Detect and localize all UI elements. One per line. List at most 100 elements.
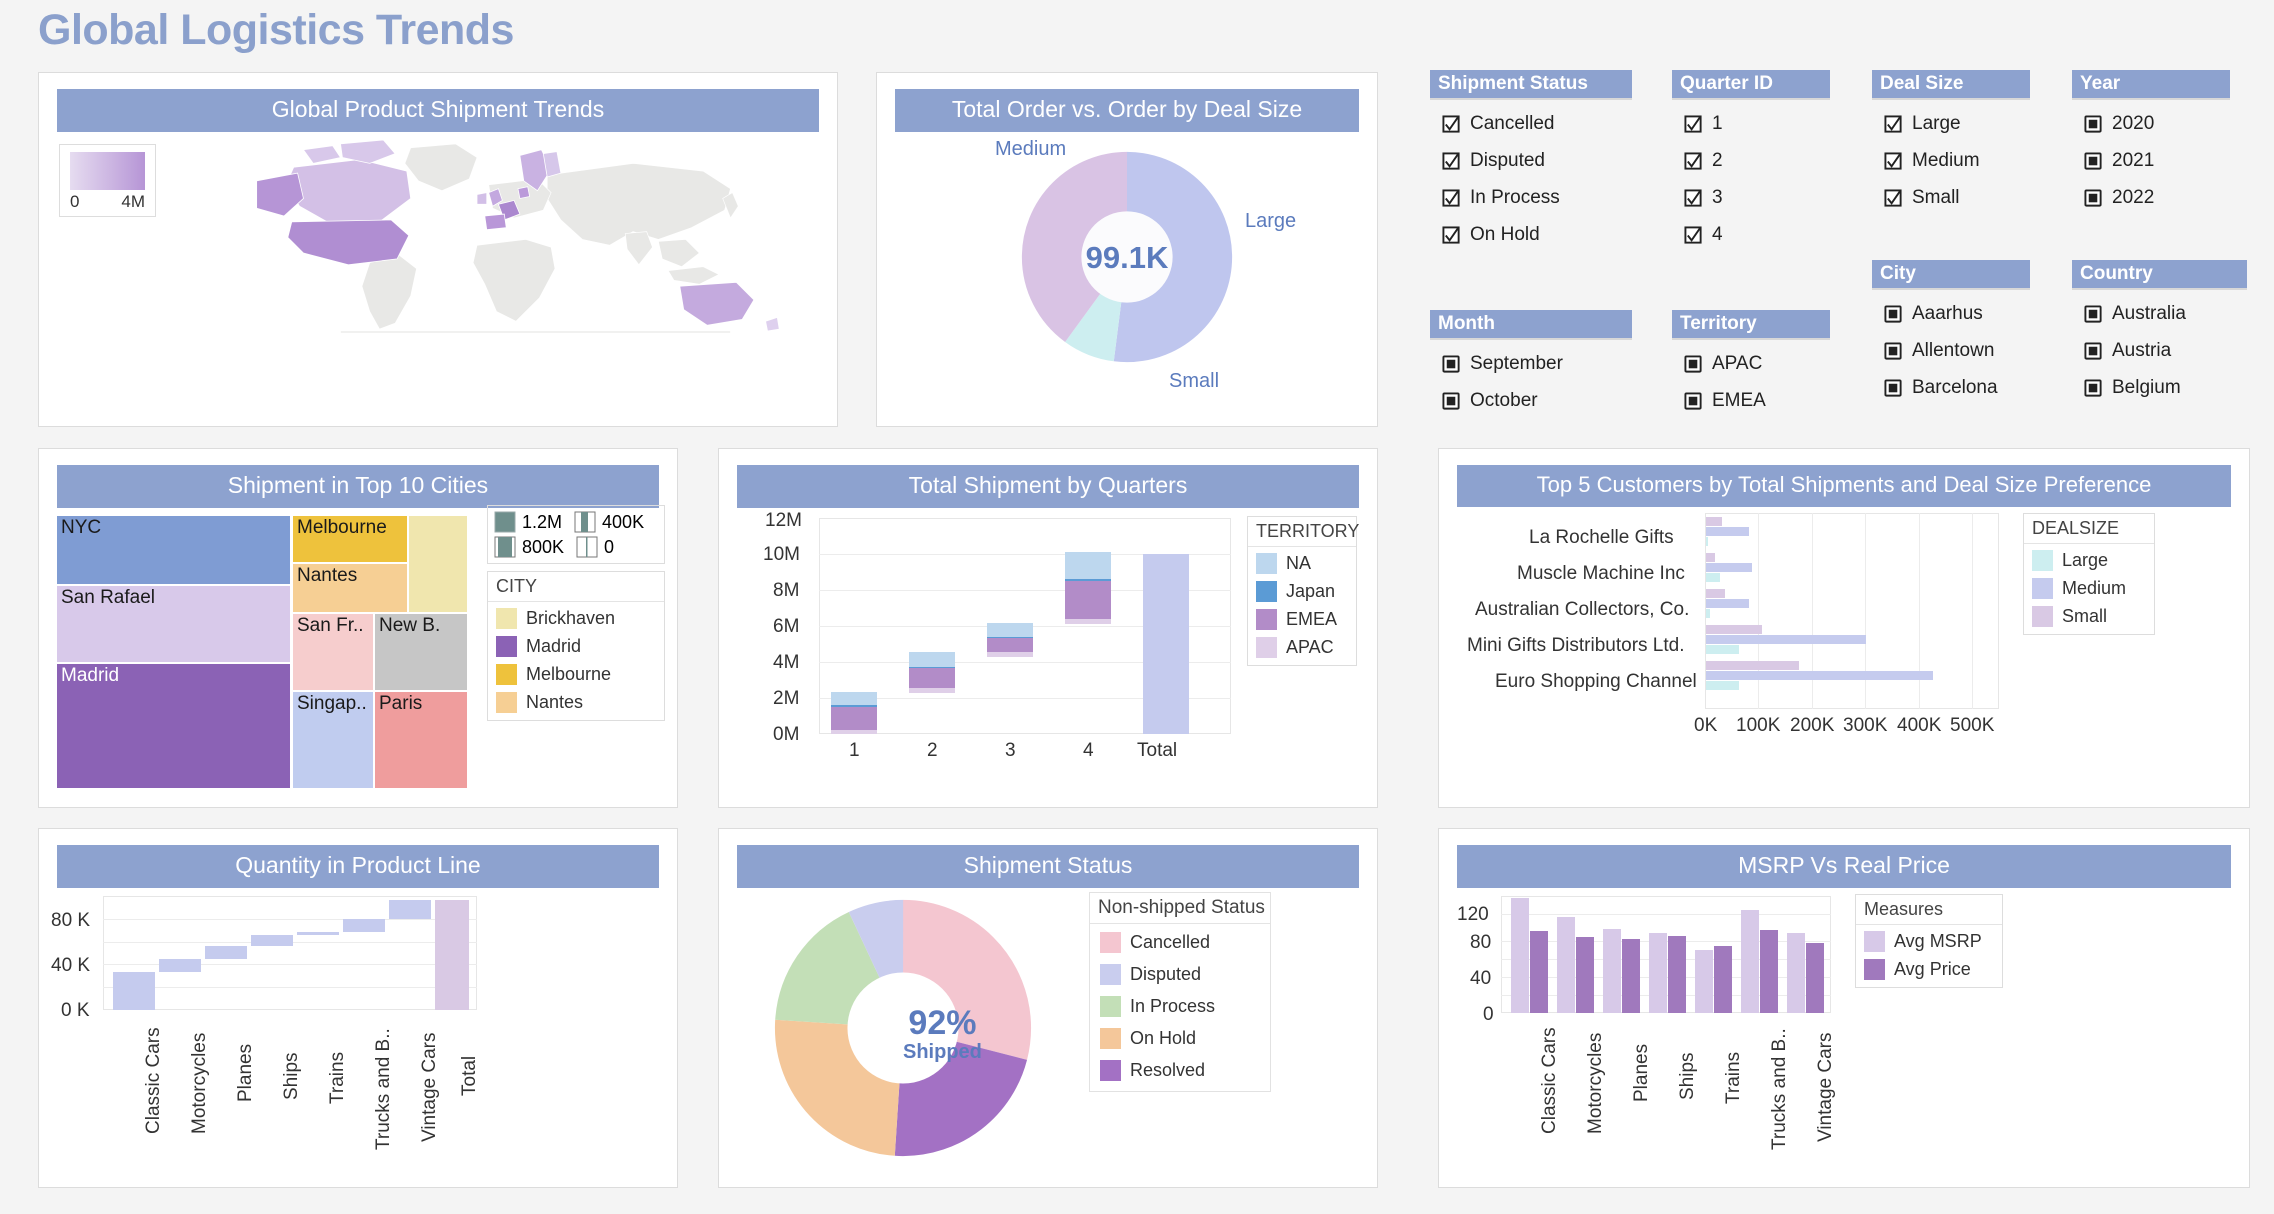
bar-trucks-and-buses-price[interactable] [1760,930,1778,1013]
bar-trucks-and-buses[interactable] [343,919,385,932]
radio-selected-icon[interactable] [2084,341,2103,361]
msrp-chart[interactable]: 120 80 40 0 Classic Cars Motorcycles Pla… [1439,888,2249,1160]
filter-item-in-process[interactable]: In Process [1430,187,1632,209]
bar-q2-japan[interactable] [909,667,955,668]
bar-total[interactable] [1143,554,1189,734]
bar-vintage-cars-msrp[interactable] [1787,933,1805,1013]
radio-selected-icon[interactable] [2084,114,2103,134]
radio-selected-icon[interactable] [1884,341,1903,361]
legend-item-on-hold[interactable]: On Hold [1100,1028,1260,1049]
filter-item-australia[interactable]: Australia [2072,303,2247,325]
filter-item-belgium[interactable]: Belgium [2072,377,2247,399]
checkbox-checked-icon[interactable] [1442,188,1461,208]
shipment-status-chart[interactable]: 92% Shipped Non-shipped Status Cancelled… [719,888,1377,1160]
bar-trains-msrp[interactable] [1695,950,1713,1013]
filter-item-disputed[interactable]: Disputed [1430,150,1632,172]
filter-item-2020[interactable]: 2020 [2072,113,2230,135]
checkbox-checked-icon[interactable] [1884,151,1903,171]
legend-item-small[interactable]: Small [2032,606,2146,627]
bar-q1-japan[interactable] [831,705,877,707]
bar-trains[interactable] [297,932,339,935]
bar-classic-cars-msrp[interactable] [1511,898,1529,1013]
bar-q2-apac[interactable] [909,688,955,693]
filter-item-small[interactable]: Small [1872,187,2030,209]
treemap-cell-nyc[interactable]: NYC [57,516,290,584]
radio-selected-icon[interactable] [1884,304,1903,324]
bar-q4-na[interactable] [1065,552,1111,579]
radio-selected-icon[interactable] [2084,188,2103,208]
bar-mini-gifts-large[interactable] [1706,645,1739,654]
filter-item-q1[interactable]: 1 [1672,113,1830,135]
treemap[interactable]: NYC San Rafael Madrid Melbourne Nantes S… [57,516,467,788]
checkbox-checked-icon[interactable] [1684,151,1703,171]
bar-australian-small[interactable] [1706,589,1725,598]
filter-item-2021[interactable]: 2021 [2072,150,2230,172]
bar-mini-gifts-medium[interactable] [1706,635,1866,644]
filter-item-apac[interactable]: APAC [1672,353,1830,375]
filter-item-barcelona[interactable]: Barcelona [1872,377,2030,399]
bar-ships-msrp[interactable] [1649,933,1667,1013]
bar-motorcycles[interactable] [159,959,201,972]
bar-q4-apac[interactable] [1065,619,1111,624]
world-map[interactable]: 0 4M [39,138,837,333]
filter-item-q2[interactable]: 2 [1672,150,1830,172]
treemap-cell-nantes[interactable]: Nantes [293,564,407,612]
legend-item-japan[interactable]: Japan [1256,581,1348,602]
legend-item-large[interactable]: Large [2032,550,2146,571]
legend-item-avg-msrp[interactable]: Avg MSRP [1864,931,1994,952]
bar-muscle-small[interactable] [1706,553,1715,562]
filter-item-medium[interactable]: Medium [1872,150,2030,172]
treemap-cell-san-rafael[interactable]: San Rafael [57,586,290,662]
radio-selected-icon[interactable] [2084,151,2103,171]
bar-motorcycles-msrp[interactable] [1557,917,1575,1013]
radio-selected-icon[interactable] [1684,391,1703,411]
bar-motorcycles-price[interactable] [1576,937,1594,1013]
bar-q2-na[interactable] [909,652,955,667]
treemap-cell-melbourne[interactable]: Melbourne [293,516,407,562]
checkbox-checked-icon[interactable] [1442,225,1461,245]
checkbox-checked-icon[interactable] [1442,151,1461,171]
filter-item-october[interactable]: October [1430,390,1632,412]
filter-item-allentown[interactable]: Allentown [1872,340,2030,362]
filter-item-aaarhus[interactable]: Aaarhus [1872,303,2030,325]
bar-euro-small[interactable] [1706,661,1799,670]
bar-la-rochelle-medium[interactable] [1706,527,1749,536]
filter-item-on-hold[interactable]: On Hold [1430,224,1632,246]
filter-item-emea[interactable]: EMEA [1672,390,1830,412]
radio-selected-icon[interactable] [1684,354,1703,374]
bar-ships[interactable] [251,935,293,946]
bar-product-line-total[interactable] [435,900,469,1010]
bar-q1-apac[interactable] [831,730,877,734]
filter-item-q3[interactable]: 3 [1672,187,1830,209]
bar-trucks-and-buses-msrp[interactable] [1741,910,1759,1013]
bar-classic-cars-price[interactable] [1530,931,1548,1013]
bar-mini-gifts-small[interactable] [1706,625,1762,634]
legend-item-resolved[interactable]: Resolved [1100,1060,1260,1081]
bar-ships-price[interactable] [1668,936,1686,1013]
bar-q4-emea[interactable] [1065,581,1111,619]
filter-item-cancelled[interactable]: Cancelled [1430,113,1632,135]
filter-item-q4[interactable]: 4 [1672,224,1830,246]
bar-vintage-cars[interactable] [389,900,431,919]
bar-muscle-medium[interactable] [1706,563,1752,572]
radio-selected-icon[interactable] [2084,378,2103,398]
bar-australian-medium[interactable] [1706,599,1749,608]
checkbox-checked-icon[interactable] [1684,225,1703,245]
bar-classic-cars[interactable] [113,972,155,1010]
legend-item-in-process[interactable]: In Process [1100,996,1260,1017]
bar-q3-japan[interactable] [987,637,1033,638]
legend-item-melbourne[interactable]: Melbourne [496,664,656,685]
filter-item-2022[interactable]: 2022 [2072,187,2230,209]
legend-item-madrid[interactable]: Madrid [496,636,656,657]
radio-selected-icon[interactable] [1884,378,1903,398]
bar-q3-apac[interactable] [987,652,1033,657]
bar-planes-price[interactable] [1622,939,1640,1013]
bar-planes[interactable] [205,946,247,959]
bar-euro-medium[interactable] [1706,671,1933,680]
treemap-cell-madrid[interactable]: Madrid [57,664,290,788]
bar-australian-large[interactable] [1706,609,1710,618]
treemap-cell-paris[interactable]: Paris [375,692,467,788]
bar-q1-na[interactable] [831,692,877,705]
bar-trains-price[interactable] [1714,946,1732,1013]
radio-selected-icon[interactable] [2084,304,2103,324]
